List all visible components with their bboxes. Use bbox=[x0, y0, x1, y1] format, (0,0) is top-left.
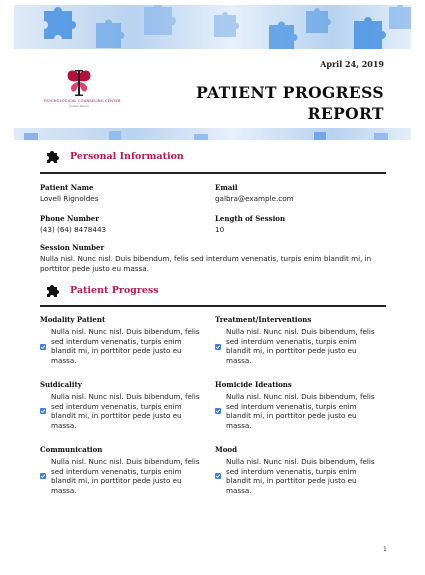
progress-item-label: Suidicality bbox=[40, 380, 82, 389]
progress-item-text: Nulla nisl. Nunc nisl. Duis bibendum, fe… bbox=[226, 457, 375, 495]
section-title: Personal Information bbox=[70, 151, 184, 162]
progress-item-text: Nulla nisl. Nunc nisl. Duis bibendum, fe… bbox=[51, 392, 200, 430]
progress-item-label: Treatment/Interventions bbox=[215, 315, 312, 324]
puzzle-piece-icon bbox=[47, 151, 59, 163]
progress-item-text: Nulla nisl. Nunc nisl. Duis bibendum, fe… bbox=[51, 327, 200, 365]
header-banner bbox=[14, 5, 411, 49]
section-title: Patient Progress bbox=[70, 285, 159, 296]
butterfly-logo-icon bbox=[67, 70, 91, 96]
title-line-1: PATIENT PROGRESS bbox=[196, 83, 384, 102]
checkbox-checked-icon[interactable] bbox=[215, 408, 221, 414]
checkbox-checked-icon[interactable] bbox=[215, 344, 221, 350]
checkbox-checked-icon[interactable] bbox=[40, 473, 46, 479]
email-label: Email bbox=[215, 183, 238, 192]
progress-item-text: Nulla nisl. Nunc nisl. Duis bibendum, fe… bbox=[226, 392, 375, 430]
patient-name-label: Patient Name bbox=[40, 183, 94, 192]
puzzle-pattern-image bbox=[44, 5, 411, 49]
progress-item-text: Nulla nisl. Nunc nisl. Duis bibendum, fe… bbox=[51, 457, 200, 495]
session-length-label: Length of Session bbox=[215, 214, 286, 223]
checkbox-checked-icon[interactable] bbox=[40, 344, 46, 350]
session-length-value: 10 bbox=[215, 225, 225, 234]
progress-item-label: Mood bbox=[215, 445, 237, 454]
puzzle-pattern-image bbox=[24, 131, 388, 140]
page-number: 1 bbox=[383, 546, 387, 553]
organization-logo: PSYCHOLOGICAL COUNSELING CENTER Lorem Ip… bbox=[44, 69, 121, 108]
section-divider bbox=[40, 305, 386, 307]
progress-item-label: Communication bbox=[40, 445, 103, 454]
checkbox-checked-icon[interactable] bbox=[40, 408, 46, 414]
progress-item-label: Homicide Ideations bbox=[215, 380, 292, 389]
session-number-label: Session Number bbox=[40, 243, 105, 252]
report-date: April 24, 2019 bbox=[320, 59, 384, 69]
patient-name-value: Lovell Rignoldes bbox=[40, 194, 99, 203]
logo-org-name: PSYCHOLOGICAL COUNSELING CENTER bbox=[44, 99, 121, 103]
divider-banner bbox=[14, 128, 411, 140]
section-divider bbox=[40, 172, 386, 174]
title-line-2: REPORT bbox=[307, 104, 384, 123]
logo-tagline: Lorem Ipsum bbox=[69, 104, 89, 108]
page-title: PATIENT PROGRESS REPORT bbox=[196, 82, 384, 124]
phone-label: Phone Number bbox=[40, 214, 99, 223]
checkbox-checked-icon[interactable] bbox=[215, 473, 221, 479]
phone-value: (43) (64) 8478443 bbox=[40, 225, 107, 234]
progress-item-label: Modality Patient bbox=[40, 315, 106, 324]
progress-item-text: Nulla nisl. Nunc nisl. Duis bibendum, fe… bbox=[226, 327, 375, 365]
puzzle-piece-icon bbox=[47, 285, 59, 297]
session-number-text: Nulla nisl. Nunc nisl. Duis bibendum, fe… bbox=[40, 254, 372, 273]
email-value[interactable]: galbra@example.com bbox=[215, 194, 294, 203]
